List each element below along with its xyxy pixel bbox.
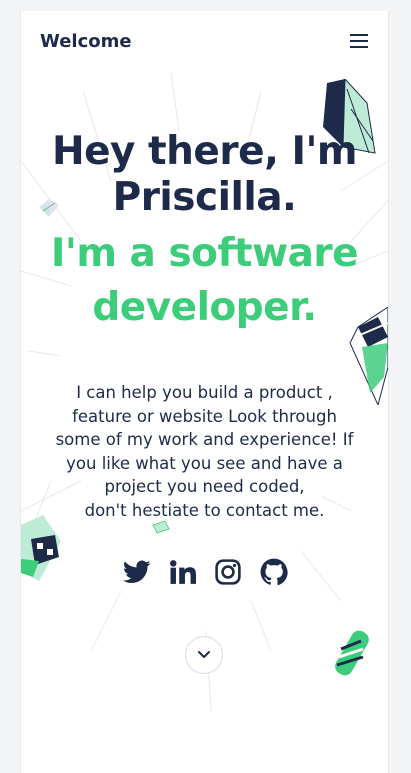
instagram-icon xyxy=(215,559,241,585)
landing-page: Welcome Hey there, I'm Priscilla. I'm a … xyxy=(20,11,389,773)
hamburger-menu-icon xyxy=(350,34,368,48)
social-links xyxy=(123,557,288,587)
github-icon xyxy=(260,558,288,586)
hero-section: Hey there, I'm Priscilla. I'm a software… xyxy=(21,129,388,335)
tagline-line-2: developer. xyxy=(92,285,317,330)
headline-line-2: Priscilla. xyxy=(112,175,297,220)
decorative-shape-left xyxy=(21,515,61,581)
twitter-link[interactable] xyxy=(123,558,151,586)
linkedin-link[interactable] xyxy=(169,558,197,586)
tagline-line-1: I'm a software xyxy=(50,231,359,276)
twitter-icon xyxy=(123,560,151,583)
linkedin-icon xyxy=(169,560,196,584)
github-link[interactable] xyxy=(260,558,288,586)
decorative-shape-bottom-right xyxy=(335,630,369,676)
hamburger-menu-button[interactable] xyxy=(348,30,370,52)
headline-line-1: Hey there, I'm xyxy=(51,129,358,174)
chevron-down-icon xyxy=(198,651,210,658)
intro-paragraph: I can help you build a product , feature… xyxy=(55,383,354,520)
scroll-down-button[interactable] xyxy=(185,636,223,674)
brand-title[interactable]: Welcome xyxy=(40,31,132,52)
instagram-link[interactable] xyxy=(214,558,242,586)
top-navigation: Welcome xyxy=(21,11,388,71)
